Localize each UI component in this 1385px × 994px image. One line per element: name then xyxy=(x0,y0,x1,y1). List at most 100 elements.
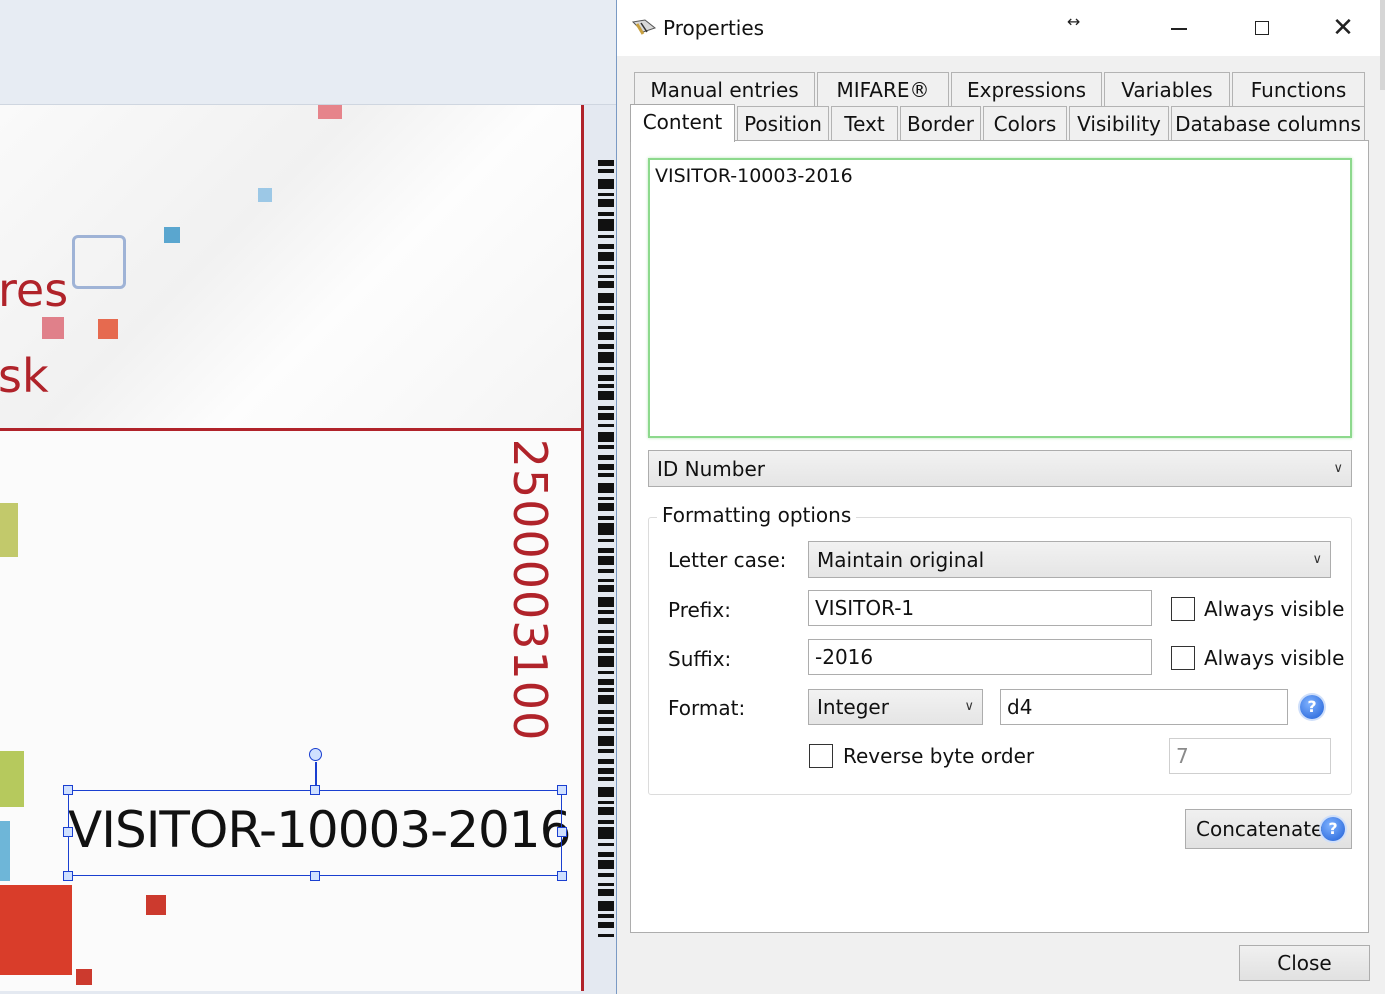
selection-frame xyxy=(68,790,562,876)
resize-arrows-icon: ↔ xyxy=(1067,12,1081,31)
decor-square xyxy=(164,227,180,243)
barcode-bar xyxy=(598,523,614,535)
rotate-handle[interactable] xyxy=(309,748,322,761)
scrollbar-edge xyxy=(1380,0,1385,90)
format-string-input[interactable]: d4 xyxy=(1000,689,1288,725)
letter-case-select[interactable]: Maintain original ∨ xyxy=(808,541,1331,578)
format-label: Format: xyxy=(668,696,746,720)
resize-handle-nw[interactable] xyxy=(63,785,73,795)
chevron-down-icon: ∨ xyxy=(1333,460,1343,476)
resize-handle-s[interactable] xyxy=(310,871,320,881)
tab-border[interactable]: Border xyxy=(900,106,981,142)
barcode-bar xyxy=(598,901,614,911)
resize-handle-ne[interactable] xyxy=(557,785,567,795)
properties-dialog: Properties ↔ ✕ Manual entries MIFARE® Ex… xyxy=(616,0,1385,994)
tab-position[interactable]: Position xyxy=(737,106,829,142)
format-type-value: Integer xyxy=(817,695,889,719)
prefix-always-visible-checkbox[interactable] xyxy=(1171,597,1195,621)
resize-handle-w[interactable] xyxy=(63,827,73,837)
title-bar[interactable]: Properties ↔ ✕ xyxy=(617,0,1385,56)
barcode-bar xyxy=(598,695,614,704)
tab-colors[interactable]: Colors xyxy=(983,106,1067,142)
source-field-value: ID Number xyxy=(657,456,765,481)
barcode-bar xyxy=(598,656,614,667)
close-button[interactable]: Close xyxy=(1239,945,1370,981)
concatenate-label: Concatenate xyxy=(1196,817,1324,841)
decor-square xyxy=(0,885,72,975)
maximize-button[interactable] xyxy=(1237,10,1289,46)
suffix-label: Suffix: xyxy=(668,647,732,671)
content-textarea[interactable]: VISITOR-10003-2016 xyxy=(648,158,1352,438)
decor-square xyxy=(72,235,126,289)
close-window-button[interactable]: ✕ xyxy=(1317,10,1369,46)
decor-square xyxy=(318,105,342,119)
resize-handle-n[interactable] xyxy=(310,785,320,795)
decor-square xyxy=(42,317,64,339)
resize-handle-e[interactable] xyxy=(557,827,567,837)
resize-handle-sw[interactable] xyxy=(63,871,73,881)
decor-square xyxy=(0,503,18,557)
letter-case-value: Maintain original xyxy=(817,547,985,572)
barcode-bar xyxy=(598,807,614,815)
barcode-bar xyxy=(598,717,614,724)
tab-text[interactable]: Text xyxy=(831,106,898,142)
decor-square xyxy=(0,821,10,881)
barcode-bar xyxy=(598,332,614,340)
decor-square xyxy=(76,969,92,985)
concatenate-button[interactable]: Concatenate ? xyxy=(1185,809,1352,849)
tab-variables[interactable]: Variables xyxy=(1104,72,1230,108)
byte-count-value: 7 xyxy=(1176,744,1189,768)
prefix-always-visible-label[interactable]: Always visible xyxy=(1204,597,1344,621)
resize-handle-se[interactable] xyxy=(557,871,567,881)
tab-expressions[interactable]: Expressions xyxy=(951,72,1102,108)
design-canvas[interactable]: res sk 2500003100 VISITOR-10003-2016 xyxy=(0,0,616,994)
letter-case-label: Letter case: xyxy=(668,548,787,572)
suffix-always-visible-checkbox[interactable] xyxy=(1171,646,1195,670)
format-type-select[interactable]: Integer ∨ xyxy=(808,689,983,725)
concatenate-help-icon[interactable]: ? xyxy=(1321,817,1345,841)
prefix-input[interactable]: VISITOR-1 xyxy=(808,590,1152,626)
barcode-bar xyxy=(598,889,614,896)
tab-database-columns[interactable]: Database columns xyxy=(1171,106,1365,142)
tab-mifare[interactable]: MIFARE® xyxy=(817,72,949,108)
chevron-down-icon: ∨ xyxy=(964,698,974,714)
barcode[interactable] xyxy=(598,160,616,940)
prefix-label: Prefix: xyxy=(668,598,731,622)
barcode-bar xyxy=(598,827,614,839)
content-value: VISITOR-10003-2016 xyxy=(655,165,853,187)
tab-content[interactable]: Content xyxy=(630,104,735,142)
decor-square xyxy=(258,188,272,202)
barcode-bar xyxy=(598,787,614,797)
barcode-bar xyxy=(598,736,614,746)
barcode-bar xyxy=(598,483,614,493)
reverse-byte-order-checkbox[interactable] xyxy=(809,744,833,768)
card-id-number-text: 2500003100 xyxy=(503,438,557,742)
tab-manual-entries[interactable]: Manual entries xyxy=(634,72,815,108)
maximize-icon xyxy=(1255,21,1269,35)
barcode-bar xyxy=(598,503,614,511)
barcode-bar xyxy=(598,391,614,400)
suffix-always-visible-label[interactable]: Always visible xyxy=(1204,646,1344,670)
minimize-button[interactable] xyxy=(1153,10,1205,46)
byte-count-input: 7 xyxy=(1169,738,1331,774)
barcode-bar xyxy=(598,199,614,207)
tab-functions[interactable]: Functions xyxy=(1232,72,1365,108)
card-right-border xyxy=(581,105,584,991)
format-string-value: d4 xyxy=(1007,695,1033,719)
source-field-select[interactable]: ID Number ∨ xyxy=(648,450,1352,487)
barcode-bar xyxy=(598,293,614,303)
format-help-icon[interactable]: ? xyxy=(1300,695,1324,719)
barcode-bar xyxy=(598,252,614,261)
prefix-value: VISITOR-1 xyxy=(815,596,915,620)
tab-visibility[interactable]: Visibility xyxy=(1069,106,1169,142)
barcode-bar xyxy=(598,179,614,189)
minimize-icon xyxy=(1171,28,1187,30)
reverse-byte-order-label[interactable]: Reverse byte order xyxy=(843,744,1034,768)
barcode-bar xyxy=(598,860,614,869)
barcode-bar xyxy=(598,636,614,644)
card-heading-word: res xyxy=(0,263,69,317)
decor-square xyxy=(146,895,166,915)
barcode-bar xyxy=(598,432,614,442)
formatting-options-legend: Formatting options xyxy=(657,503,857,527)
suffix-input[interactable]: -2016 xyxy=(808,639,1152,675)
